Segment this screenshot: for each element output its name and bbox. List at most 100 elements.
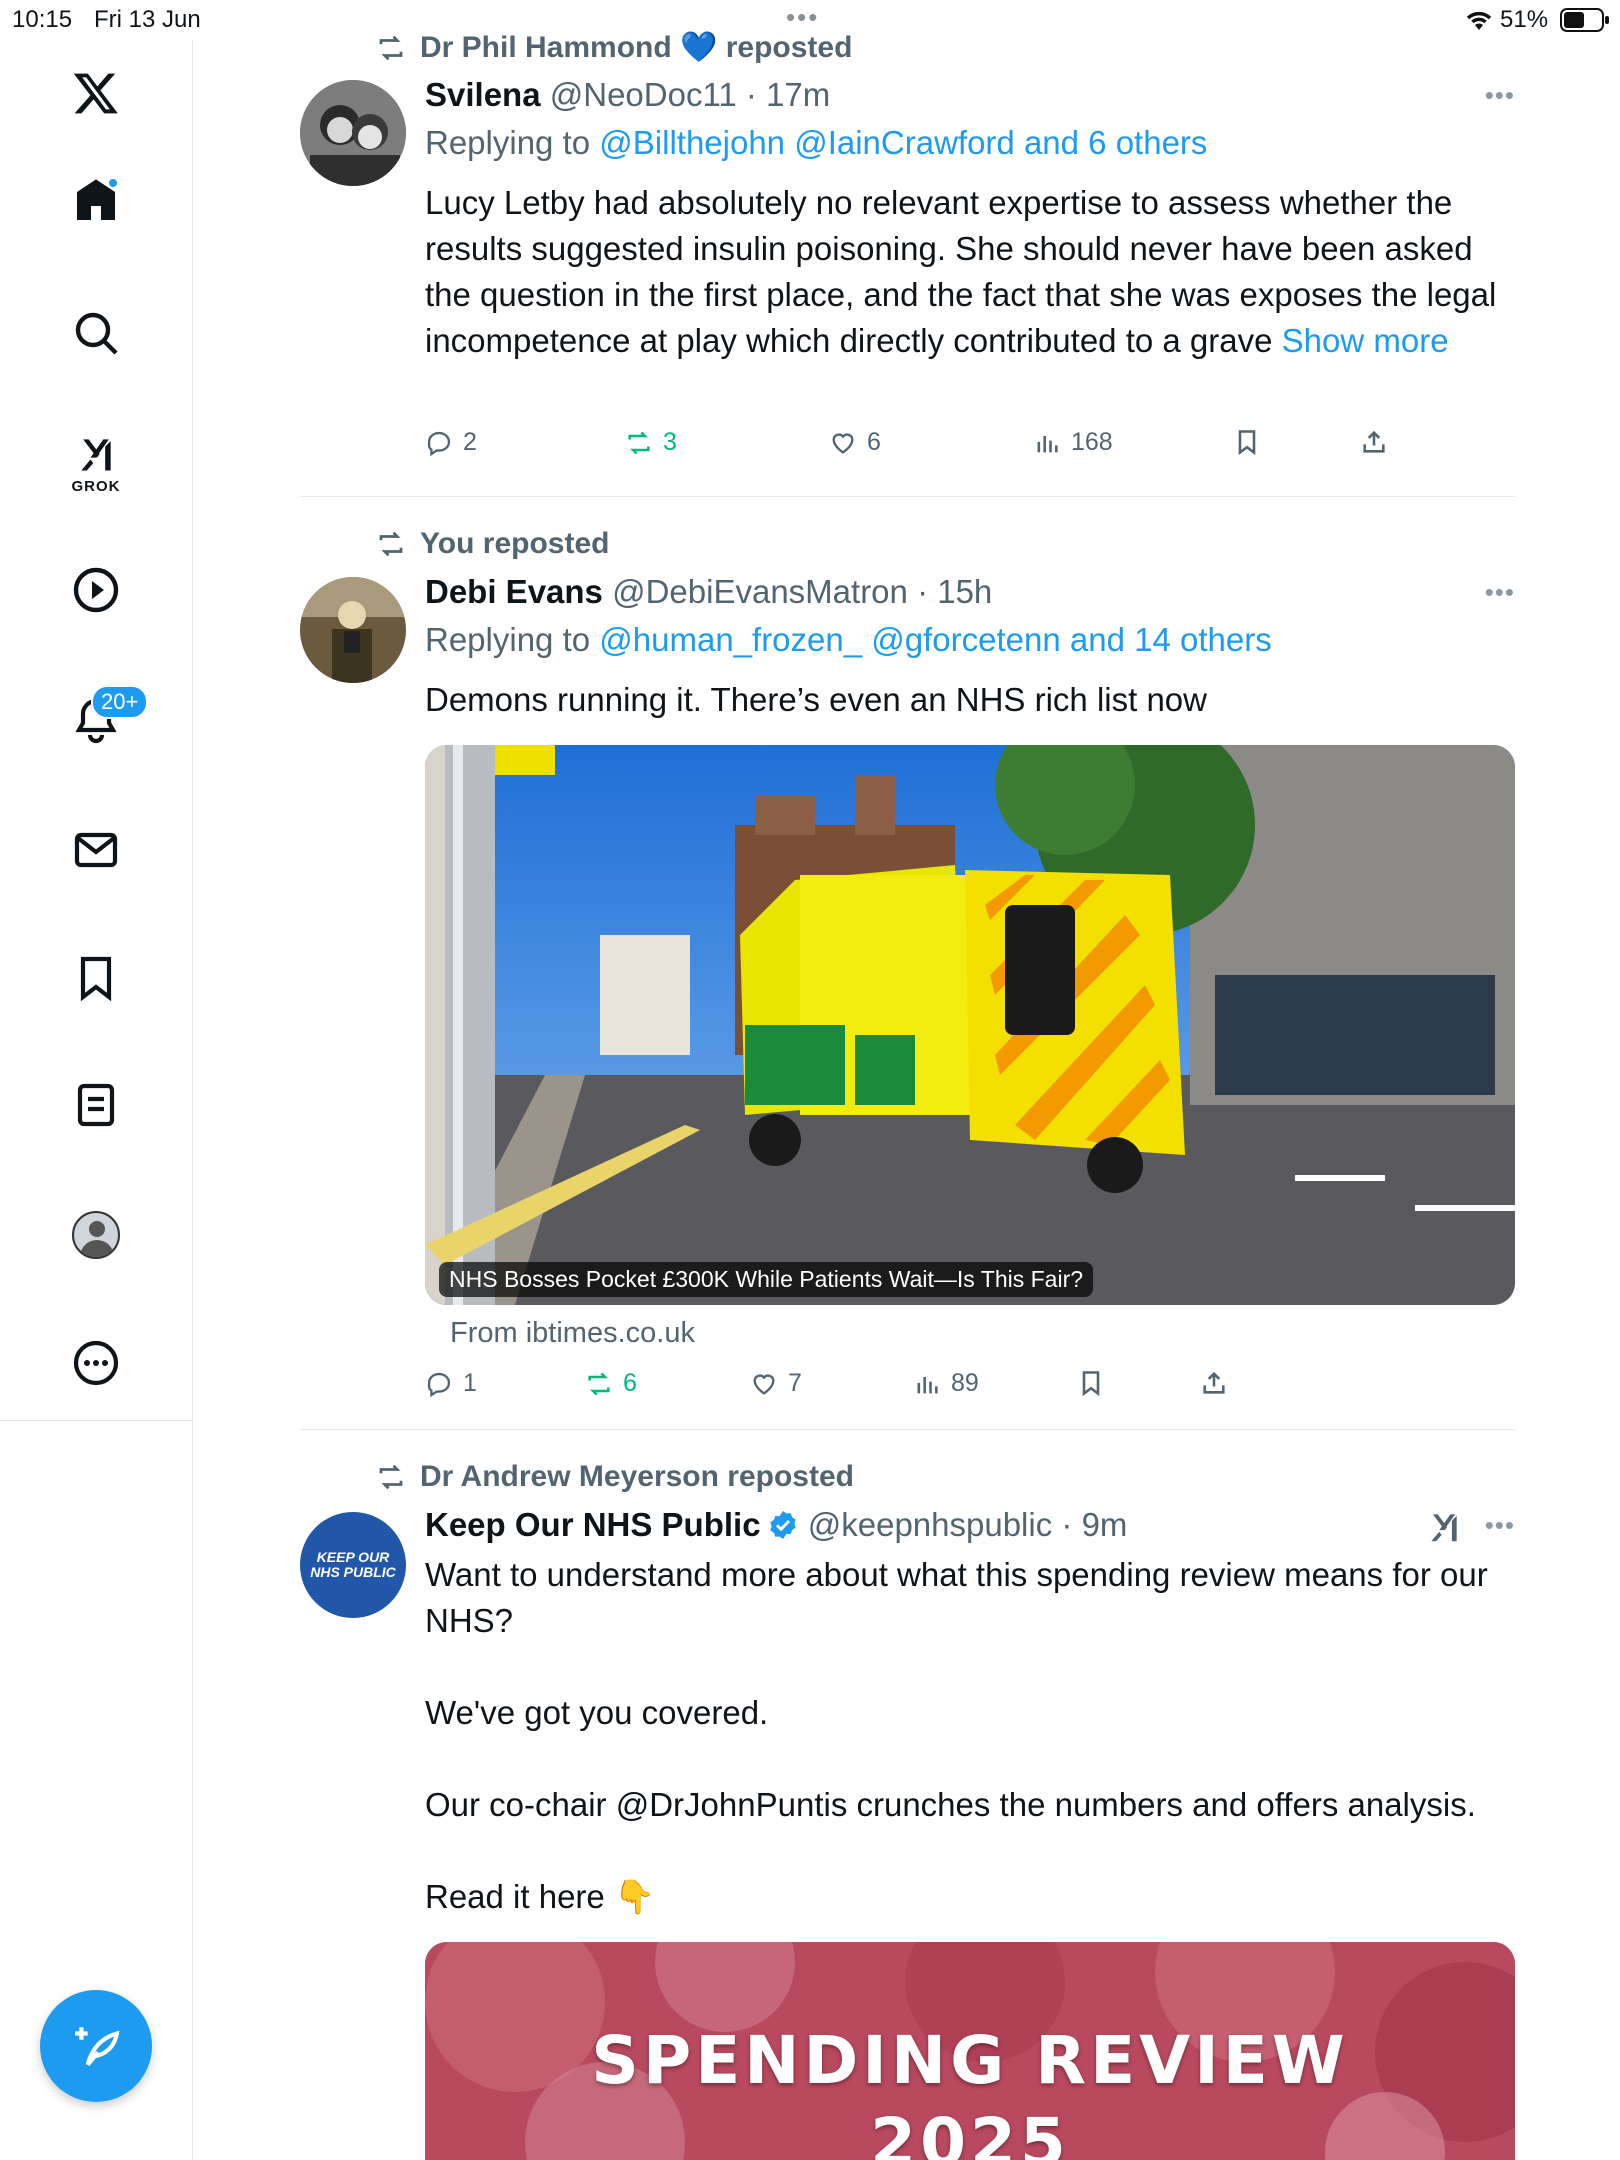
list-icon [77, 1083, 115, 1127]
author-avatar[interactable] [300, 80, 406, 186]
link-source[interactable]: From ibtimes.co.uk [450, 1317, 695, 1350]
share-icon [1203, 1371, 1225, 1394]
views-button[interactable]: 89 [913, 1369, 979, 1398]
more-circle-icon [73, 1340, 119, 1386]
reply-button[interactable]: 2 [425, 428, 477, 457]
tweet-paragraph: Read it here 👇 [425, 1878, 656, 1915]
nav-notifications[interactable]: 20+ [61, 685, 149, 755]
sidebar-divider [0, 1420, 193, 1421]
bookmark-icon [80, 956, 112, 1002]
replying-to-links[interactable]: @human_frozen_ @gforcetenn and 14 others [599, 621, 1271, 658]
reply-button[interactable]: 1 [425, 1369, 477, 1398]
heart-icon [753, 1373, 775, 1395]
more-options-icon[interactable]: ••• [1485, 577, 1515, 608]
author-name[interactable]: Svilena [425, 76, 541, 113]
nav-messages[interactable] [61, 815, 131, 885]
reply-icon [427, 1372, 451, 1397]
author-handle[interactable]: @keepnhspublic [808, 1506, 1053, 1543]
author-avatar[interactable]: KEEP OUR NHS PUBLIC [300, 1512, 406, 1618]
share-icon [1363, 430, 1385, 453]
nav-lists[interactable] [61, 1070, 131, 1140]
link-card-image[interactable]: NHS Bosses Pocket £300K While Patients W… [425, 745, 1515, 1305]
repost-count: 3 [663, 428, 677, 456]
views-button[interactable]: 168 [1033, 428, 1113, 457]
grok-icon [81, 438, 111, 470]
bookmark-button[interactable] [1233, 428, 1261, 456]
tweet-paragraph: We've got you covered. [425, 1694, 769, 1731]
repost-by-text: You reposted [420, 527, 610, 560]
views-chart-icon [917, 1376, 938, 1393]
post-time[interactable]: · 17m [746, 76, 830, 113]
profile-avatar-icon [72, 1211, 120, 1259]
tweet-text: Want to understand more about what this … [425, 1552, 1515, 1920]
show-more-link[interactable]: Show more [1282, 322, 1449, 359]
repost-button[interactable]: 6 [585, 1369, 637, 1398]
tweet-item[interactable]: You reposted Debi Evans @DebiEvansMatron… [300, 497, 1515, 1430]
image-title-line-1: SPENDING REVIEW [591, 2022, 1349, 2099]
view-count: 89 [951, 1369, 979, 1397]
nav-bookmarks[interactable] [61, 943, 131, 1013]
reply-icon [427, 431, 451, 456]
grok-label: GROK [71, 477, 121, 495]
view-count: 168 [1071, 428, 1113, 456]
link-card-title: NHS Bosses Pocket £300K While Patients W… [439, 1262, 1094, 1297]
like-button[interactable]: 7 [750, 1369, 802, 1398]
repost-button[interactable]: 3 [625, 428, 677, 457]
repost-context[interactable]: Dr Phil Hammond 💙 reposted [376, 30, 852, 65]
author-handle[interactable]: @NeoDoc11 [550, 76, 737, 113]
nav-explore[interactable] [61, 298, 131, 368]
play-circle-icon [73, 567, 119, 613]
nav-grok[interactable]: GROK [61, 428, 131, 498]
author-name[interactable]: Debi Evans [425, 573, 603, 610]
author-line: Svilena @NeoDoc11 · 17m [425, 76, 830, 114]
author-line: Debi Evans @DebiEvansMatron · 15h [425, 573, 992, 611]
notifications-badge: 20+ [91, 685, 149, 719]
bookmark-icon [1082, 1371, 1100, 1397]
post-image[interactable]: SPENDING REVIEW 2025 [425, 1942, 1515, 2160]
compose-post-button[interactable] [40, 1990, 152, 2102]
tweet-item[interactable]: Dr Andrew Meyerson reposted KEEP OUR NHS… [300, 1430, 1515, 2160]
compose-feather-icon [75, 2027, 120, 2067]
nav-profile[interactable] [61, 1200, 131, 1270]
tweet-paragraph: Our co-chair @DrJohnPuntis crunches the … [425, 1786, 1476, 1823]
more-options-icon[interactable]: ••• [1485, 1510, 1515, 1541]
like-count: 6 [867, 428, 881, 456]
more-options-icon[interactable]: ••• [1485, 80, 1515, 111]
bookmark-icon [1238, 430, 1256, 456]
bookmark-button[interactable] [1077, 1369, 1105, 1397]
x-logo-icon[interactable] [61, 58, 131, 128]
repost-by-text: Dr Andrew Meyerson reposted [420, 1460, 854, 1493]
avatar-text-line-1: KEEP OUR [316, 1549, 390, 1565]
like-count: 7 [788, 1369, 802, 1397]
nav-video[interactable] [61, 555, 131, 625]
like-button[interactable]: 6 [829, 428, 881, 457]
author-handle[interactable]: @DebiEvansMatron [612, 573, 908, 610]
replying-prefix: Replying to [425, 124, 600, 161]
repost-icon [379, 35, 403, 60]
replying-prefix: Replying to [425, 621, 600, 658]
replying-to-links[interactable]: @Billthejohn @IainCrawford and 6 others [599, 124, 1207, 161]
avatar-text-line-2: NHS PUBLIC [310, 1564, 396, 1580]
grok-analyze-icon[interactable] [1425, 1508, 1463, 1551]
author-name[interactable]: Keep Our NHS Public [425, 1506, 761, 1543]
repost-icon [379, 1464, 403, 1490]
replying-to: Replying to @human_frozen_ @gforcetenn a… [425, 621, 1272, 659]
reply-count: 1 [463, 1369, 477, 1397]
author-avatar[interactable] [300, 577, 406, 683]
status-time: 10:15 [12, 6, 73, 33]
nav-home[interactable] [61, 165, 131, 235]
nav-more[interactable] [61, 1328, 131, 1398]
repost-icon [379, 531, 403, 557]
repost-context[interactable]: Dr Andrew Meyerson reposted [376, 1460, 854, 1494]
share-button[interactable] [1200, 1369, 1228, 1397]
repost-by-text: Dr Phil Hammond 💙 reposted [420, 31, 853, 64]
post-time[interactable]: · 9m [1061, 1506, 1127, 1543]
views-chart-icon [1037, 435, 1058, 452]
post-time[interactable]: · 15h [917, 573, 992, 610]
repost-icon [588, 1372, 610, 1395]
sidebar-nav: GROK 20+ [0, 40, 193, 2160]
repost-context[interactable]: You reposted [376, 527, 609, 561]
share-button[interactable] [1360, 428, 1388, 456]
status-date: Fri 13 Jun [94, 6, 201, 33]
tweet-item[interactable]: Dr Phil Hammond 💙 reposted Svilena @NeoD… [300, 0, 1515, 497]
